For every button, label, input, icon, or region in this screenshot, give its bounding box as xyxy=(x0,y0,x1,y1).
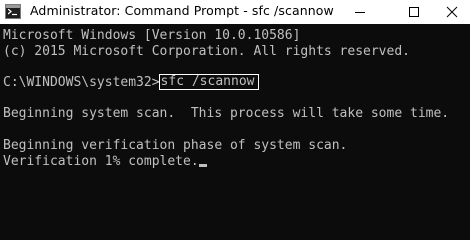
minimize-button[interactable] xyxy=(338,0,382,24)
maximize-icon xyxy=(409,7,419,17)
scan-begin-line: Beginning system scan. This process will… xyxy=(3,106,450,122)
maximize-button[interactable] xyxy=(392,0,436,24)
close-button[interactable] xyxy=(434,0,470,24)
minimize-icon xyxy=(355,12,365,13)
cmd-icon[interactable] xyxy=(5,4,21,19)
text-cursor xyxy=(198,163,207,167)
verification-begin-line: Beginning verification phase of system s… xyxy=(3,137,348,153)
prompt-path: C:\WINDOWS\system32> xyxy=(3,75,160,91)
command-line: C:\WINDOWS\system32>sfc /scannow xyxy=(3,74,470,91)
close-icon xyxy=(446,6,458,18)
command-highlight: sfc /scannow xyxy=(158,74,260,91)
version-line: Microsoft Windows [Version 10.0.10586] xyxy=(3,28,301,43)
console-output[interactable]: Microsoft Windows [Version 10.0.10586] (… xyxy=(0,24,470,240)
window-title: Administrator: Command Prompt - sfc /sca… xyxy=(30,3,334,18)
title-bar[interactable]: Administrator: Command Prompt - sfc /sca… xyxy=(0,0,470,24)
verification-progress-line: Verification 1% complete. xyxy=(3,154,470,170)
command-text: sfc /scannow xyxy=(160,74,255,90)
command-prompt-window: Administrator: Command Prompt - sfc /sca… xyxy=(0,0,470,240)
copyright-line: (c) 2015 Microsoft Corporation. All righ… xyxy=(3,43,410,59)
verification-progress-text: Verification 1% complete. xyxy=(3,153,199,169)
